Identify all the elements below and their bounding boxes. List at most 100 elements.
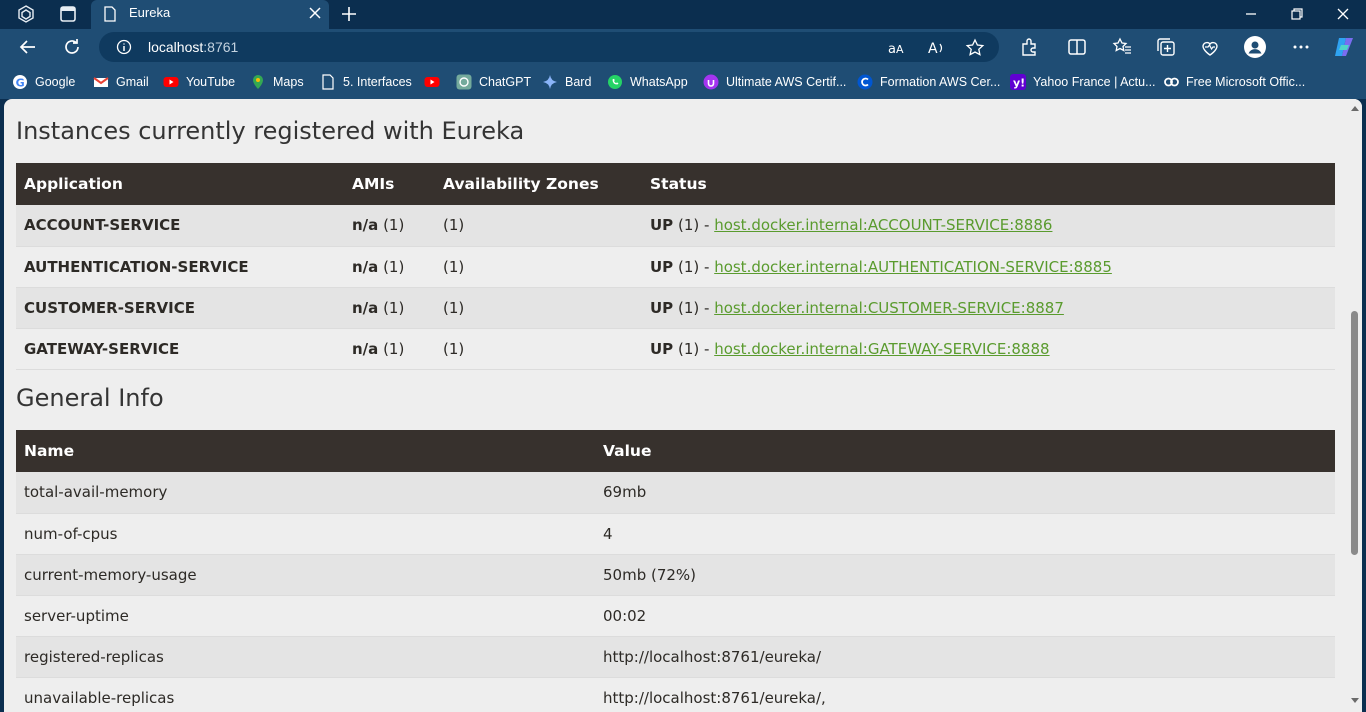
ami-cell: n/a (1) [344, 246, 435, 288]
performance-icon[interactable] [1199, 36, 1221, 58]
workspaces-icon[interactable] [15, 3, 37, 25]
col-status: Status [642, 163, 1335, 205]
youtube-icon [163, 77, 179, 87]
table-row: GATEWAY-SERVICE n/a (1) (1) UP (1) - hos… [16, 328, 1335, 370]
svg-text:A: A [928, 41, 938, 57]
instance-link[interactable]: host.docker.internal:ACCOUNT-SERVICE:888… [714, 216, 1052, 234]
collections-icon[interactable] [1155, 36, 1177, 58]
bookmarks-bar: G Google Gmail YouTube Maps 5. Interface… [0, 65, 1366, 99]
gmail-icon [93, 77, 109, 87]
info-name: server-uptime [16, 595, 595, 637]
table-row: CUSTOMER-SERVICE n/a (1) (1) UP (1) - ho… [16, 287, 1335, 329]
scroll-down-arrow-icon[interactable] [1351, 698, 1359, 704]
info-name: unavailable-replicas [16, 677, 595, 712]
instance-link[interactable]: host.docker.internal:AUTHENTICATION-SERV… [714, 258, 1112, 276]
refresh-icon[interactable] [61, 36, 83, 58]
coursera-co-icon [1164, 77, 1179, 87]
tab-eureka[interactable]: Eureka [91, 0, 329, 29]
status-cell: UP (1) - host.docker.internal:GATEWAY-SE… [642, 328, 1335, 370]
tab-bar: Eureka [0, 0, 1366, 29]
bookmark-microsoft-office[interactable]: Free Microsoft Offic... [1163, 73, 1305, 91]
page-icon [104, 6, 116, 22]
scroll-up-arrow-icon[interactable] [1351, 105, 1359, 111]
coursera-icon [857, 74, 873, 90]
app-name: CUSTOMER-SERVICE [16, 287, 344, 329]
general-info-heading: General Info [16, 384, 164, 412]
youtube-icon [424, 77, 440, 87]
col-value: Value [595, 430, 1335, 472]
translate-icon[interactable]: aA [886, 38, 906, 58]
restore-icon[interactable] [1287, 4, 1307, 24]
table-row: unavailable-replicas http://localhost:87… [16, 677, 1335, 712]
scrollbar-thumb[interactable] [1351, 311, 1358, 555]
info-value: http://localhost:8761/eureka/, [595, 677, 1335, 712]
instance-link[interactable]: host.docker.internal:CUSTOMER-SERVICE:88… [714, 299, 1064, 317]
address-bar[interactable]: localhost:8761 aA A [99, 32, 999, 62]
bookmark-aws-certif[interactable]: Ultimate AWS Certif... [703, 73, 846, 91]
zones-cell: (1) [435, 287, 642, 329]
site-info-icon[interactable] [116, 39, 132, 55]
zones-cell: (1) [435, 328, 642, 370]
split-screen-icon[interactable] [1066, 36, 1088, 58]
status-cell: UP (1) - host.docker.internal:CUSTOMER-S… [642, 287, 1335, 329]
close-tab-icon[interactable] [307, 5, 323, 21]
whatsapp-icon [608, 75, 622, 89]
app-name: AUTHENTICATION-SERVICE [16, 246, 344, 288]
bard-icon [543, 75, 557, 89]
info-value: 69mb [595, 472, 1335, 514]
info-value: 4 [595, 513, 1335, 555]
minimize-icon[interactable] [1241, 4, 1261, 24]
app-name: ACCOUNT-SERVICE [16, 205, 344, 247]
tab-title: Eureka [129, 5, 171, 20]
back-icon[interactable] [17, 36, 39, 58]
udemy-icon [703, 74, 719, 90]
ami-cell: n/a (1) [344, 328, 435, 370]
col-application: Application [16, 163, 344, 205]
url-text: localhost:8761 [148, 39, 239, 55]
instances-table: Application AMIs Availability Zones Stat… [16, 163, 1335, 370]
ami-cell: n/a (1) [344, 287, 435, 329]
new-tab-icon[interactable] [339, 4, 359, 24]
info-value: 50mb (72%) [595, 554, 1335, 596]
info-value: 00:02 [595, 595, 1335, 637]
yahoo-icon: y! [1010, 74, 1026, 90]
read-aloud-icon[interactable]: A [926, 38, 946, 58]
close-window-icon[interactable] [1333, 4, 1353, 24]
svg-text:y!: y! [1013, 77, 1025, 90]
table-row: AUTHENTICATION-SERVICE n/a (1) (1) UP (1… [16, 246, 1335, 288]
bookmark-formation-aws[interactable]: Formation AWS Cer... [857, 73, 1000, 91]
bookmark-google[interactable]: G Google [12, 73, 75, 91]
maps-icon [253, 75, 263, 89]
extensions-icon[interactable] [1018, 36, 1040, 58]
table-row: ACCOUNT-SERVICE n/a (1) (1) UP (1) - hos… [16, 205, 1335, 247]
bookmark-interfaces[interactable]: 5. Interfaces [320, 73, 412, 91]
favorite-star-icon[interactable] [965, 38, 985, 58]
bookmark-gmail[interactable]: Gmail [93, 73, 149, 91]
instance-link[interactable]: host.docker.internal:GATEWAY-SERVICE:888… [714, 340, 1049, 358]
bookmark-whatsapp[interactable]: WhatsApp [607, 73, 688, 91]
more-menu-icon[interactable] [1290, 36, 1312, 58]
bookmark-youtube[interactable]: YouTube [163, 73, 235, 91]
table-row: num-of-cpus 4 [16, 513, 1335, 555]
bookmark-maps[interactable]: Maps [250, 73, 304, 91]
instances-header-row: Application AMIs Availability Zones Stat… [16, 163, 1335, 205]
status-cell: UP (1) - host.docker.internal:AUTHENTICA… [642, 246, 1335, 288]
ami-cell: n/a (1) [344, 205, 435, 247]
bookmark-yahoo[interactable]: y! Yahoo France | Actu... [1010, 73, 1156, 91]
general-info-table: Name Value total-avail-memory 69mb num-o… [16, 430, 1335, 712]
info-name: current-memory-usage [16, 554, 595, 596]
profile-avatar-icon[interactable] [1244, 36, 1266, 58]
svg-text:G: G [16, 76, 25, 89]
svg-text:A: A [896, 43, 904, 56]
zones-cell: (1) [435, 246, 642, 288]
bookmark-youtube-2[interactable] [424, 73, 447, 91]
toolbar: localhost:8761 aA A [0, 29, 1366, 65]
bookmark-chatgpt[interactable]: ChatGPT [456, 73, 531, 91]
favorites-icon[interactable] [1111, 36, 1133, 58]
chatgpt-icon [456, 74, 472, 90]
tab-actions-icon[interactable] [57, 3, 79, 25]
status-cell: UP (1) - host.docker.internal:ACCOUNT-SE… [642, 205, 1335, 247]
copilot-icon[interactable] [1332, 35, 1356, 59]
bookmark-bard[interactable]: Bard [542, 73, 591, 91]
col-amis: AMIs [344, 163, 435, 205]
